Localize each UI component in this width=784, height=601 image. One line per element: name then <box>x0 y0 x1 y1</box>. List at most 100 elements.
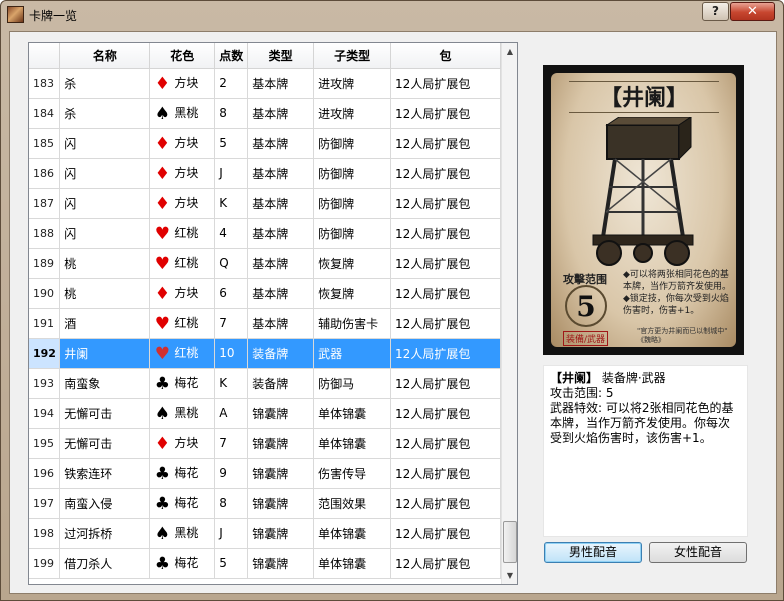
rank-cell: K <box>214 188 249 219</box>
suit-cell: ♥ 红桃 <box>149 218 216 249</box>
description-card-type: 装备牌·武器 <box>601 371 666 385</box>
row-number: 183 <box>29 68 61 99</box>
rank-cell: 8 <box>214 98 249 129</box>
card-type-stamp: 装備/武器 <box>563 331 609 346</box>
card-name-cell: 闪 <box>59 158 151 189</box>
pack-cell: 12人局扩展包 <box>390 428 501 459</box>
card-face: 【井阑】 攻擊范围 5 ◆可以将两张相同花色的基本牌，当作万箭齐发使用。◆锁定技… <box>551 73 736 347</box>
row-number: 197 <box>29 488 61 519</box>
card-name-cell: 借刀杀人 <box>59 548 151 579</box>
card-name-cell: 铁索连环 <box>59 458 151 489</box>
table-row[interactable]: 192 井阑 ♥ 红桃 10 装备牌 武器 12人局扩展包 <box>29 338 501 369</box>
male-voice-button[interactable]: 男性配音 <box>544 542 642 563</box>
row-number: 189 <box>29 248 61 279</box>
card-name-cell: 杀 <box>59 68 151 99</box>
col-header-suit[interactable]: 花色 <box>149 43 216 69</box>
spade-icon: ♠ <box>154 404 170 424</box>
suit-label: 梅花 <box>174 376 199 390</box>
row-number: 187 <box>29 188 61 219</box>
suit-label: 梅花 <box>174 556 199 570</box>
row-number: 194 <box>29 398 61 429</box>
subtype-cell: 武器 <box>313 338 392 369</box>
help-button[interactable]: ? <box>702 2 729 21</box>
scroll-thumb[interactable] <box>503 521 517 563</box>
suit-cell: ♦ 方块 <box>149 158 216 189</box>
table-row[interactable]: 186 闪 ♦ 方块 J 基本牌 防御牌 12人局扩展包 <box>29 158 501 189</box>
pack-cell: 12人局扩展包 <box>390 68 501 99</box>
suit-cell: ♦ 方块 <box>149 68 216 99</box>
client-area: 名称 花色 点数 类型 子类型 包 183 杀 ♦ 方块 2 基本牌 进攻牌 12人局扩展包 1… <box>9 31 777 594</box>
col-header-type[interactable]: 类型 <box>247 43 315 69</box>
heart-icon: ♥ <box>154 254 170 274</box>
col-header-subtype[interactable]: 子类型 <box>313 43 392 69</box>
suit-label: 红桃 <box>174 226 199 240</box>
suit-label: 方块 <box>174 76 199 90</box>
suit-label: 梅花 <box>174 496 199 510</box>
pack-cell: 12人局扩展包 <box>390 368 501 399</box>
vertical-scrollbar[interactable]: ▲ ▼ <box>501 43 517 584</box>
subtype-cell: 防御马 <box>313 368 392 399</box>
table-row[interactable]: 194 无懈可击 ♠ 黑桃 A 锦囊牌 单体锦囊 12人局扩展包 <box>29 398 501 429</box>
subtype-cell: 单体锦囊 <box>313 518 392 549</box>
card-name-cell: 桃 <box>59 278 151 309</box>
col-header-id[interactable] <box>29 43 61 69</box>
table-row[interactable]: 185 闪 ♦ 方块 5 基本牌 防御牌 12人局扩展包 <box>29 128 501 159</box>
card-list-window: 卡牌一览 ? ✕ 名称 花色 点数 类型 子类型 包 183 杀 ♦ 方块 2 … <box>0 0 784 601</box>
type-cell: 锦囊牌 <box>247 458 315 489</box>
subtype-cell: 范围效果 <box>313 488 392 519</box>
pack-cell: 12人局扩展包 <box>390 488 501 519</box>
table-row[interactable]: 183 杀 ♦ 方块 2 基本牌 进攻牌 12人局扩展包 <box>29 68 501 99</box>
suit-label: 红桃 <box>174 316 199 330</box>
scroll-up-arrow-icon[interactable]: ▲ <box>502 43 517 60</box>
suit-label: 黑桃 <box>174 106 199 120</box>
table-header: 名称 花色 点数 类型 子类型 包 <box>29 43 501 69</box>
table-row[interactable]: 190 桃 ♦ 方块 6 基本牌 恢复牌 12人局扩展包 <box>29 278 501 309</box>
row-number: 196 <box>29 458 61 489</box>
rank-cell: 7 <box>214 308 249 339</box>
table-row[interactable]: 188 闪 ♥ 红桃 4 基本牌 防御牌 12人局扩展包 <box>29 218 501 249</box>
card-effect-text: ◆可以将两张相同花色的基本牌，当作万箭齐发使用。◆锁定技，你每次受到火焰伤害时，… <box>623 270 732 316</box>
card-name-cell: 无懈可击 <box>59 398 151 429</box>
row-number: 184 <box>29 98 61 129</box>
col-header-name[interactable]: 名称 <box>59 43 151 69</box>
pack-cell: 12人局扩展包 <box>390 398 501 429</box>
diamond-icon: ♦ <box>154 284 170 304</box>
type-cell: 装备牌 <box>247 338 315 369</box>
table-row[interactable]: 189 桃 ♥ 红桃 Q 基本牌 恢复牌 12人局扩展包 <box>29 248 501 279</box>
card-description: 【井阑】 装备牌·武器 攻击范围: 5 武器特效: 可以将2张相同花色的基本牌，… <box>543 365 748 537</box>
female-voice-button[interactable]: 女性配音 <box>649 542 747 563</box>
attack-range-value: 5 <box>565 285 607 327</box>
table-row[interactable]: 197 南蛮入侵 ♣ 梅花 8 锦囊牌 范围效果 12人局扩展包 <box>29 488 501 519</box>
subtype-cell: 单体锦囊 <box>313 428 392 459</box>
card-name-cell: 闪 <box>59 188 151 219</box>
table-row[interactable]: 191 酒 ♥ 红桃 7 基本牌 辅助伤害卡 12人局扩展包 <box>29 308 501 339</box>
subtype-cell: 进攻牌 <box>313 68 392 99</box>
diamond-icon: ♦ <box>154 434 170 454</box>
table-row[interactable]: 199 借刀杀人 ♣ 梅花 5 锦囊牌 单体锦囊 12人局扩展包 <box>29 548 501 579</box>
rank-cell: Q <box>214 248 249 279</box>
table-row[interactable]: 184 杀 ♠ 黑桃 8 基本牌 进攻牌 12人局扩展包 <box>29 98 501 129</box>
col-header-rank[interactable]: 点数 <box>214 43 249 69</box>
row-number: 186 <box>29 158 61 189</box>
table-row[interactable]: 195 无懈可击 ♦ 方块 7 锦囊牌 单体锦囊 12人局扩展包 <box>29 428 501 459</box>
diamond-icon: ♦ <box>154 164 170 184</box>
close-button[interactable]: ✕ <box>730 2 775 21</box>
table-row[interactable]: 196 铁索连环 ♣ 梅花 9 锦囊牌 伤害传导 12人局扩展包 <box>29 458 501 489</box>
table-row[interactable]: 193 南蛮象 ♣ 梅花 K 装备牌 防御马 12人局扩展包 <box>29 368 501 399</box>
col-header-pack[interactable]: 包 <box>390 43 501 69</box>
card-table: 名称 花色 点数 类型 子类型 包 183 杀 ♦ 方块 2 基本牌 进攻牌 12人局扩展包 1… <box>28 42 518 585</box>
rank-cell: 2 <box>214 68 249 99</box>
type-cell: 基本牌 <box>247 128 315 159</box>
suit-cell: ♦ 方块 <box>149 188 216 219</box>
pack-cell: 12人局扩展包 <box>390 548 501 579</box>
type-cell: 锦囊牌 <box>247 548 315 579</box>
table-row[interactable]: 198 过河拆桥 ♠ 黑桃 J 锦囊牌 单体锦囊 12人局扩展包 <box>29 518 501 549</box>
table-row[interactable]: 187 闪 ♦ 方块 K 基本牌 防御牌 12人局扩展包 <box>29 188 501 219</box>
type-cell: 基本牌 <box>247 248 315 279</box>
rank-cell: 6 <box>214 278 249 309</box>
suit-label: 红桃 <box>174 256 199 270</box>
subtype-cell: 伤害传导 <box>313 458 392 489</box>
rank-cell: 5 <box>214 128 249 159</box>
scroll-down-arrow-icon[interactable]: ▼ <box>502 567 517 584</box>
rank-cell: 4 <box>214 218 249 249</box>
